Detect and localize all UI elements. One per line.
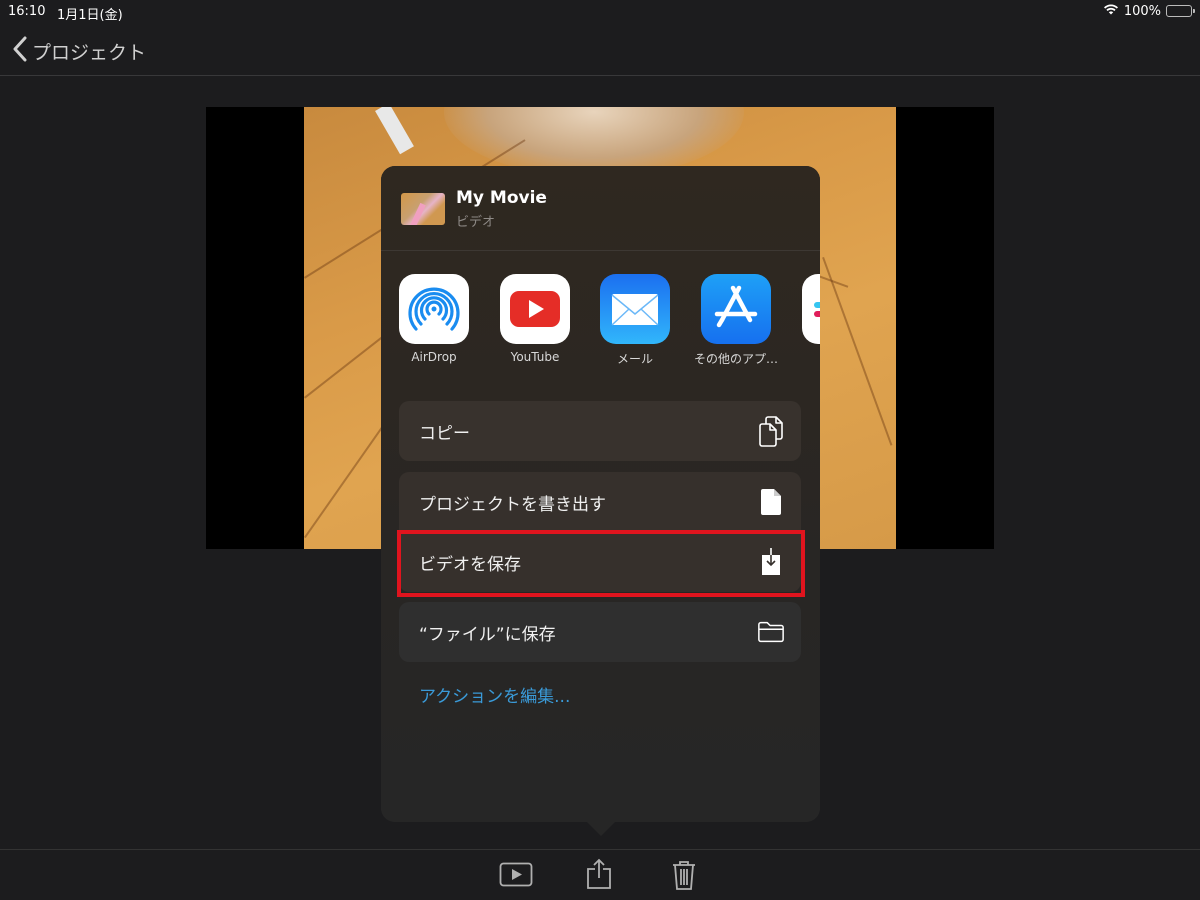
action-label: コピー (419, 423, 470, 444)
chevron-left-icon (12, 36, 28, 67)
folder-icon (757, 617, 785, 647)
movie-thumbnail (401, 193, 445, 225)
back-label: プロジェクト (32, 42, 147, 64)
app-label: YouTube (510, 350, 560, 364)
back-button[interactable]: プロジェクト (12, 36, 146, 67)
navigation-bar: プロジェクト (0, 24, 1200, 76)
status-date: 1月1日(金) (57, 8, 123, 23)
status-time: 16:10 (8, 4, 46, 19)
action-label: プロジェクトを書き出す (419, 494, 606, 515)
edit-actions-link[interactable]: アクションを編集... (419, 682, 570, 707)
popover-arrow (587, 822, 615, 836)
share-app-app-store[interactable]: その他のアプ… (686, 274, 786, 367)
wifi-icon (1103, 3, 1119, 19)
trash-icon (672, 861, 696, 895)
share-app-row[interactable]: AirDrop YouTube メール その他のアプ… (381, 274, 820, 374)
action-export-project[interactable]: プロジェクトを書き出す (399, 472, 801, 532)
slack-icon (802, 274, 820, 344)
share-sheet: My Movie ビデオ AirDrop YouTube メール その他のアプ…… (381, 166, 820, 836)
app-label: その他のアプ… (693, 352, 778, 366)
app-store-icon (701, 274, 771, 344)
share-subtitle: ビデオ (456, 215, 496, 230)
battery-percent: 100% (1123, 3, 1161, 19)
delete-button[interactable] (672, 859, 696, 895)
share-app-slack[interactable] (787, 274, 820, 344)
share-title: My Movie (456, 188, 547, 208)
save-download-icon (757, 547, 785, 577)
share-sheet-header: My Movie ビデオ (381, 166, 820, 251)
action-group-files: “ファイル”に保存 (399, 602, 801, 662)
action-save-video[interactable]: ビデオを保存 (399, 532, 801, 592)
youtube-icon (500, 274, 570, 344)
action-label: ビデオを保存 (419, 554, 521, 575)
share-app-mail[interactable]: メール (585, 274, 685, 367)
share-icon (586, 858, 612, 894)
share-app-airdrop[interactable]: AirDrop (384, 274, 484, 364)
action-group-copy: コピー (399, 401, 801, 461)
copy-icon (757, 416, 785, 447)
app-label: AirDrop (411, 350, 457, 364)
share-button[interactable] (586, 858, 612, 894)
airdrop-icon (399, 274, 469, 344)
action-label: “ファイル”に保存 (419, 624, 556, 645)
app-label: メール (616, 352, 653, 366)
battery-icon (1166, 5, 1195, 17)
action-save-to-files[interactable]: “ファイル”に保存 (399, 602, 801, 662)
status-indicators: 100% (1103, 3, 1195, 19)
status-bar: 16:10 1月1日(金) 100% (0, 0, 1200, 24)
bottom-toolbar (0, 849, 1200, 900)
action-group-export: プロジェクトを書き出す ビデオを保存 (399, 472, 801, 592)
document-icon (757, 487, 785, 517)
mail-icon (600, 274, 670, 344)
play-icon (499, 862, 533, 892)
play-button[interactable] (499, 862, 533, 892)
action-copy[interactable]: コピー (399, 401, 801, 461)
share-app-youtube[interactable]: YouTube (485, 274, 585, 364)
